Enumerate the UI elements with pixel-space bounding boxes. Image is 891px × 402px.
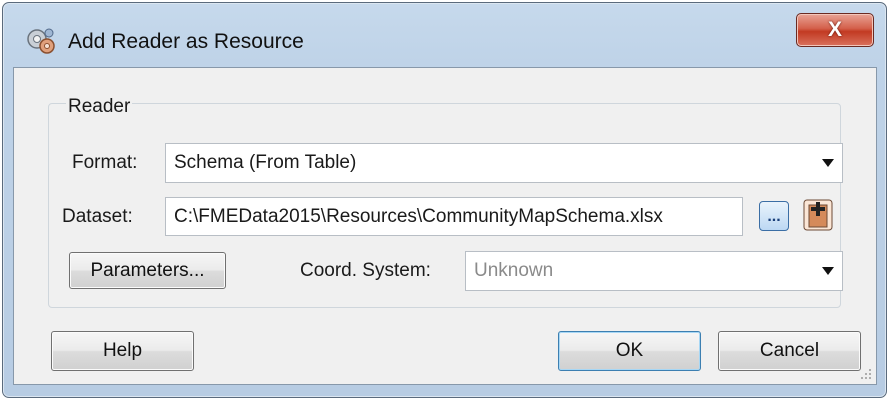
cancel-button-label: Cancel	[759, 340, 820, 361]
chevron-down-icon[interactable]	[822, 159, 834, 167]
parameters-button[interactable]: Parameters...	[69, 252, 226, 289]
dataset-value: C:\FMEData2015\Resources\CommunityMapSch…	[174, 205, 663, 227]
browse-button[interactable]: ...	[759, 201, 789, 231]
format-value: Schema (From Table)	[174, 152, 357, 173]
dialog-client-area: Reader Format: Schema (From Table) Datas…	[13, 67, 877, 385]
add-file-icon[interactable]	[803, 199, 833, 231]
ellipsis-icon: ...	[767, 208, 781, 225]
dialog-window: Add Reader as Resource X Reader Format: …	[2, 2, 887, 398]
reader-group-title: Reader	[66, 96, 133, 118]
coord-system-label: Coord. System:	[300, 260, 431, 281]
window-title: Add Reader as Resource	[68, 30, 304, 53]
ok-button[interactable]: OK	[558, 331, 701, 371]
close-icon: X	[827, 18, 842, 41]
help-button-label: Help	[102, 340, 143, 361]
dataset-input[interactable]: C:\FMEData2015\Resources\CommunityMapSch…	[165, 197, 743, 236]
coord-system-value: Unknown	[474, 260, 554, 281]
close-button[interactable]: X	[796, 13, 874, 47]
help-button[interactable]: Help	[51, 331, 194, 371]
format-dropdown[interactable]: Schema (From Table)	[165, 143, 843, 183]
fme-gears-icon	[27, 28, 55, 54]
parameters-button-label: Parameters...	[90, 259, 205, 281]
coord-system-dropdown[interactable]: Unknown	[465, 251, 843, 291]
ok-button-label: OK	[615, 340, 644, 361]
resize-grip-icon[interactable]	[860, 368, 872, 380]
format-label: Format:	[72, 152, 138, 173]
cancel-button[interactable]: Cancel	[718, 331, 861, 371]
title-bar[interactable]: Add Reader as Resource X	[3, 3, 886, 73]
dataset-label: Dataset:	[62, 206, 133, 227]
chevron-down-icon[interactable]	[822, 267, 834, 275]
